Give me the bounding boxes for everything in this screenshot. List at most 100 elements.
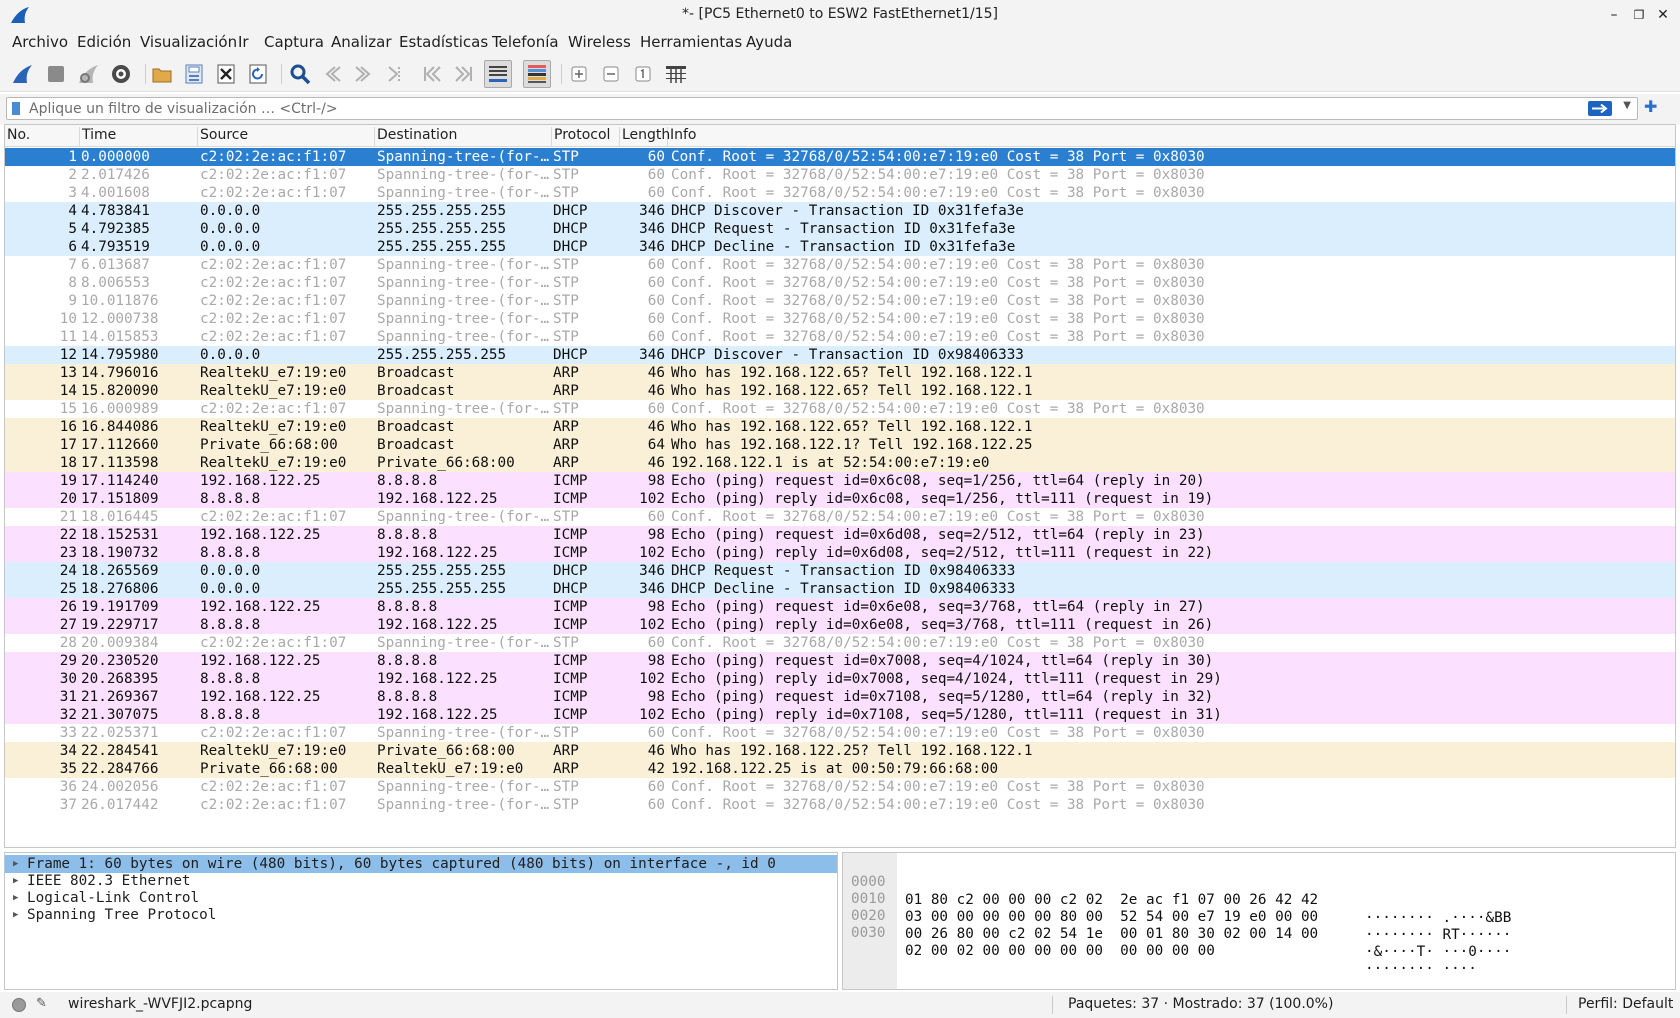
packet-row[interactable]: 20 17.151809 8.8.8.8 192.168.122.25 ICMP 102 E… xyxy=(5,490,1675,508)
packet-row[interactable]: 33 22.025371 c2:02:2e:ac:f1:07 Spanning-tre… xyxy=(5,724,1675,742)
zoom-out-icon[interactable] xyxy=(597,60,625,88)
menu-estadisticas[interactable]: Estadísticas xyxy=(399,33,488,51)
packet-row[interactable]: 28 20.009384 c2:02:2e:ac:f1:07 Spanning-tre… xyxy=(5,634,1675,652)
packet-row[interactable]: 17 17.112660 Private_66:68:00 Broadcast ARP 6… xyxy=(5,436,1675,454)
column-header-time[interactable]: Time xyxy=(80,127,198,147)
byte-hex[interactable]: 03 00 00 00 00 00 80 00 52 54 00 e7 19 e… xyxy=(905,908,1318,926)
restart-capture-icon[interactable] xyxy=(74,60,102,88)
menu-ayuda[interactable]: Ayuda xyxy=(746,33,792,51)
detail-row-stp[interactable]: ▶ Spanning Tree Protocol xyxy=(5,906,837,924)
close-icon[interactable]: ✕ xyxy=(1652,4,1674,26)
menu-herramientas[interactable]: Herramientas xyxy=(640,33,742,51)
menu-ir[interactable]: Ir xyxy=(238,33,249,51)
packet-row[interactable]: 25 18.276806 0.0.0.0 255.255.255.255 DHCP 346… xyxy=(5,580,1675,598)
column-header-no[interactable]: No. xyxy=(5,127,80,147)
packet-row[interactable]: 31 21.269367 192.168.122.25 8.8.8.8 ICMP 98 Ec… xyxy=(5,688,1675,706)
filter-history-dropdown-icon[interactable]: ▼ xyxy=(1623,100,1631,111)
byte-ascii[interactable]: ········ .····&BB xyxy=(1365,909,1511,927)
packet-row[interactable]: 7 6.013687 c2:02:2e:ac:f1:07 Spanning-tree-… xyxy=(5,256,1675,274)
packet-row[interactable]: 27 19.229717 8.8.8.8 192.168.122.25 ICMP 102 E… xyxy=(5,616,1675,634)
menu-wireless[interactable]: Wireless xyxy=(568,33,631,51)
byte-hex[interactable]: 00 26 80 00 c2 02 54 1e 00 01 80 30 02 0… xyxy=(905,925,1318,943)
restore-icon[interactable]: ❐ xyxy=(1628,4,1650,26)
open-file-icon[interactable] xyxy=(148,60,176,88)
detail-row-frame[interactable]: ▶ Frame 1: 60 bytes on wire (480 bits), … xyxy=(5,855,837,873)
column-header-destination[interactable]: Destination xyxy=(375,127,552,147)
packet-row[interactable]: 5 4.792385 0.0.0.0 255.255.255.255 DHCP 346 DH… xyxy=(5,220,1675,238)
packet-row[interactable]: 9 10.011876 c2:02:2e:ac:f1:07 Spanning-tree… xyxy=(5,292,1675,310)
display-filter-input[interactable]: Aplique un filtro de visualización … <Ct… xyxy=(6,97,1638,120)
stop-capture-icon[interactable] xyxy=(42,60,70,88)
packet-row[interactable]: 29 20.230520 192.168.122.25 8.8.8.8 ICMP 98 Ec… xyxy=(5,652,1675,670)
go-forward-icon[interactable] xyxy=(350,60,378,88)
bookmark-icon[interactable] xyxy=(12,102,20,115)
save-file-icon[interactable] xyxy=(180,60,208,88)
packet-row[interactable]: 35 22.284766 Private_66:68:00 RealtekU_e7:1… xyxy=(5,760,1675,778)
packet-row[interactable]: 16 16.844086 RealtekU_e7:19:e0 Broadcast ARP… xyxy=(5,418,1675,436)
expand-arrow-icon[interactable]: ▶ xyxy=(13,855,18,873)
packet-row[interactable]: 23 18.190732 8.8.8.8 192.168.122.25 ICMP 102 E… xyxy=(5,544,1675,562)
detail-row-ethernet[interactable]: ▶ IEEE 802.3 Ethernet xyxy=(5,872,837,890)
packet-row[interactable]: 32 21.307075 8.8.8.8 192.168.122.25 ICMP 102 E… xyxy=(5,706,1675,724)
go-to-packet-icon[interactable] xyxy=(382,60,410,88)
packet-row[interactable]: 34 22.284541 RealtekU_e7:19:e0 Private_66:6… xyxy=(5,742,1675,760)
packet-row[interactable]: 18 17.113598 RealtekU_e7:19:e0 Private_66:6… xyxy=(5,454,1675,472)
resize-columns-icon[interactable] xyxy=(662,60,690,88)
normal-size-icon[interactable] xyxy=(629,60,657,88)
packet-row[interactable]: 10 12.000738 c2:02:2e:ac:f1:07 Spanning-tre… xyxy=(5,310,1675,328)
column-header-info[interactable]: Info xyxy=(668,127,1668,147)
menu-visualizacion[interactable]: Visualización xyxy=(140,33,237,51)
close-file-icon[interactable] xyxy=(212,60,240,88)
column-header-protocol[interactable]: Protocol xyxy=(552,127,620,147)
minimize-icon[interactable]: – xyxy=(1603,4,1625,26)
reload-file-icon[interactable] xyxy=(244,60,272,88)
start-capture-icon[interactable] xyxy=(8,60,36,88)
packet-row[interactable]: 2 2.017426 c2:02:2e:ac:f1:07 Spanning-tree-… xyxy=(5,166,1675,184)
byte-hex[interactable]: 01 80 c2 00 00 00 c2 02 2e ac f1 07 00 2… xyxy=(905,891,1318,909)
packet-list[interactable]: No. Time Source Destination Protocol Len… xyxy=(4,124,1676,848)
packet-row[interactable]: 4 4.783841 0.0.0.0 255.255.255.255 DHCP 346 DH… xyxy=(5,202,1675,220)
go-back-icon[interactable] xyxy=(318,60,346,88)
expand-arrow-icon[interactable]: ▶ xyxy=(13,872,18,890)
packet-row[interactable]: 14 15.820090 RealtekU_e7:19:e0 Broadcast ARP… xyxy=(5,382,1675,400)
packet-row[interactable]: 12 14.795980 0.0.0.0 255.255.255.255 DHCP 346… xyxy=(5,346,1675,364)
profile-selector[interactable]: Perfil: Default xyxy=(1578,996,1673,1012)
first-packet-icon[interactable] xyxy=(418,60,446,88)
packet-row[interactable]: 37 26.017442 c2:02:2e:ac:f1:07 Spanning-tre… xyxy=(5,796,1675,814)
capture-comment-icon[interactable]: ✎ xyxy=(36,996,47,1011)
auto-scroll-icon[interactable] xyxy=(484,60,512,88)
menu-telefonia[interactable]: Telefonía xyxy=(492,33,559,51)
packet-row[interactable]: 3 4.001608 c2:02:2e:ac:f1:07 Spanning-tree-… xyxy=(5,184,1675,202)
packet-row[interactable]: 11 14.015853 c2:02:2e:ac:f1:07 Spanning-tre… xyxy=(5,328,1675,346)
packet-row[interactable]: 1 0.000000 c2:02:2e:ac:f1:07 Spanning-tree-… xyxy=(5,148,1675,166)
byte-hex[interactable]: 02 00 02 00 00 00 00 00 00 00 00 00 xyxy=(905,942,1215,960)
colorize-icon[interactable] xyxy=(523,60,551,88)
last-packet-icon[interactable] xyxy=(450,60,478,88)
column-header-source[interactable]: Source xyxy=(198,127,375,147)
packet-row[interactable]: 21 18.016445 c2:02:2e:ac:f1:07 Spanning-tre… xyxy=(5,508,1675,526)
menu-analizar[interactable]: Analizar xyxy=(331,33,392,51)
capture-options-icon[interactable] xyxy=(107,60,135,88)
packet-row[interactable]: 26 19.191709 192.168.122.25 8.8.8.8 ICMP 98 Ec… xyxy=(5,598,1675,616)
packet-row[interactable]: 15 16.000989 c2:02:2e:ac:f1:07 Spanning-tre… xyxy=(5,400,1675,418)
packet-details-pane[interactable]: ▶ Frame 1: 60 bytes on wire (480 bits), … xyxy=(4,852,838,990)
packet-row[interactable]: 36 24.002056 c2:02:2e:ac:f1:07 Spanning-tre… xyxy=(5,778,1675,796)
zoom-in-icon[interactable] xyxy=(565,60,593,88)
byte-ascii[interactable]: ········ RT······ xyxy=(1365,926,1511,944)
packet-row[interactable]: 24 18.265569 0.0.0.0 255.255.255.255 DHCP 346… xyxy=(5,562,1675,580)
add-filter-button-icon[interactable]: ✚ xyxy=(1644,97,1657,116)
find-packet-icon[interactable] xyxy=(286,60,314,88)
packet-bytes-pane[interactable]: 0000 01 80 c2 00 00 00 c2 02 2e ac f1 07… xyxy=(842,852,1676,990)
menu-captura[interactable]: Captura xyxy=(264,33,324,51)
expand-arrow-icon[interactable]: ▶ xyxy=(13,889,18,907)
packet-row[interactable]: 13 14.796016 RealtekU_e7:19:e0 Broadcast ARP… xyxy=(5,364,1675,382)
menu-archivo[interactable]: Archivo xyxy=(12,33,68,51)
expand-arrow-icon[interactable]: ▶ xyxy=(13,906,18,924)
detail-row-llc[interactable]: ▶ Logical-Link Control xyxy=(5,889,837,907)
packet-row[interactable]: 30 20.268395 8.8.8.8 192.168.122.25 ICMP 102 E… xyxy=(5,670,1675,688)
packet-row[interactable]: 8 8.006553 c2:02:2e:ac:f1:07 Spanning-tree-… xyxy=(5,274,1675,292)
packet-row[interactable]: 19 17.114240 192.168.122.25 8.8.8.8 ICMP 98 Ec… xyxy=(5,472,1675,490)
packet-row[interactable]: 6 4.793519 0.0.0.0 255.255.255.255 DHCP 346 DH… xyxy=(5,238,1675,256)
byte-ascii[interactable]: ········ ···· xyxy=(1365,960,1477,978)
menu-edicion[interactable]: Edición xyxy=(77,33,131,51)
